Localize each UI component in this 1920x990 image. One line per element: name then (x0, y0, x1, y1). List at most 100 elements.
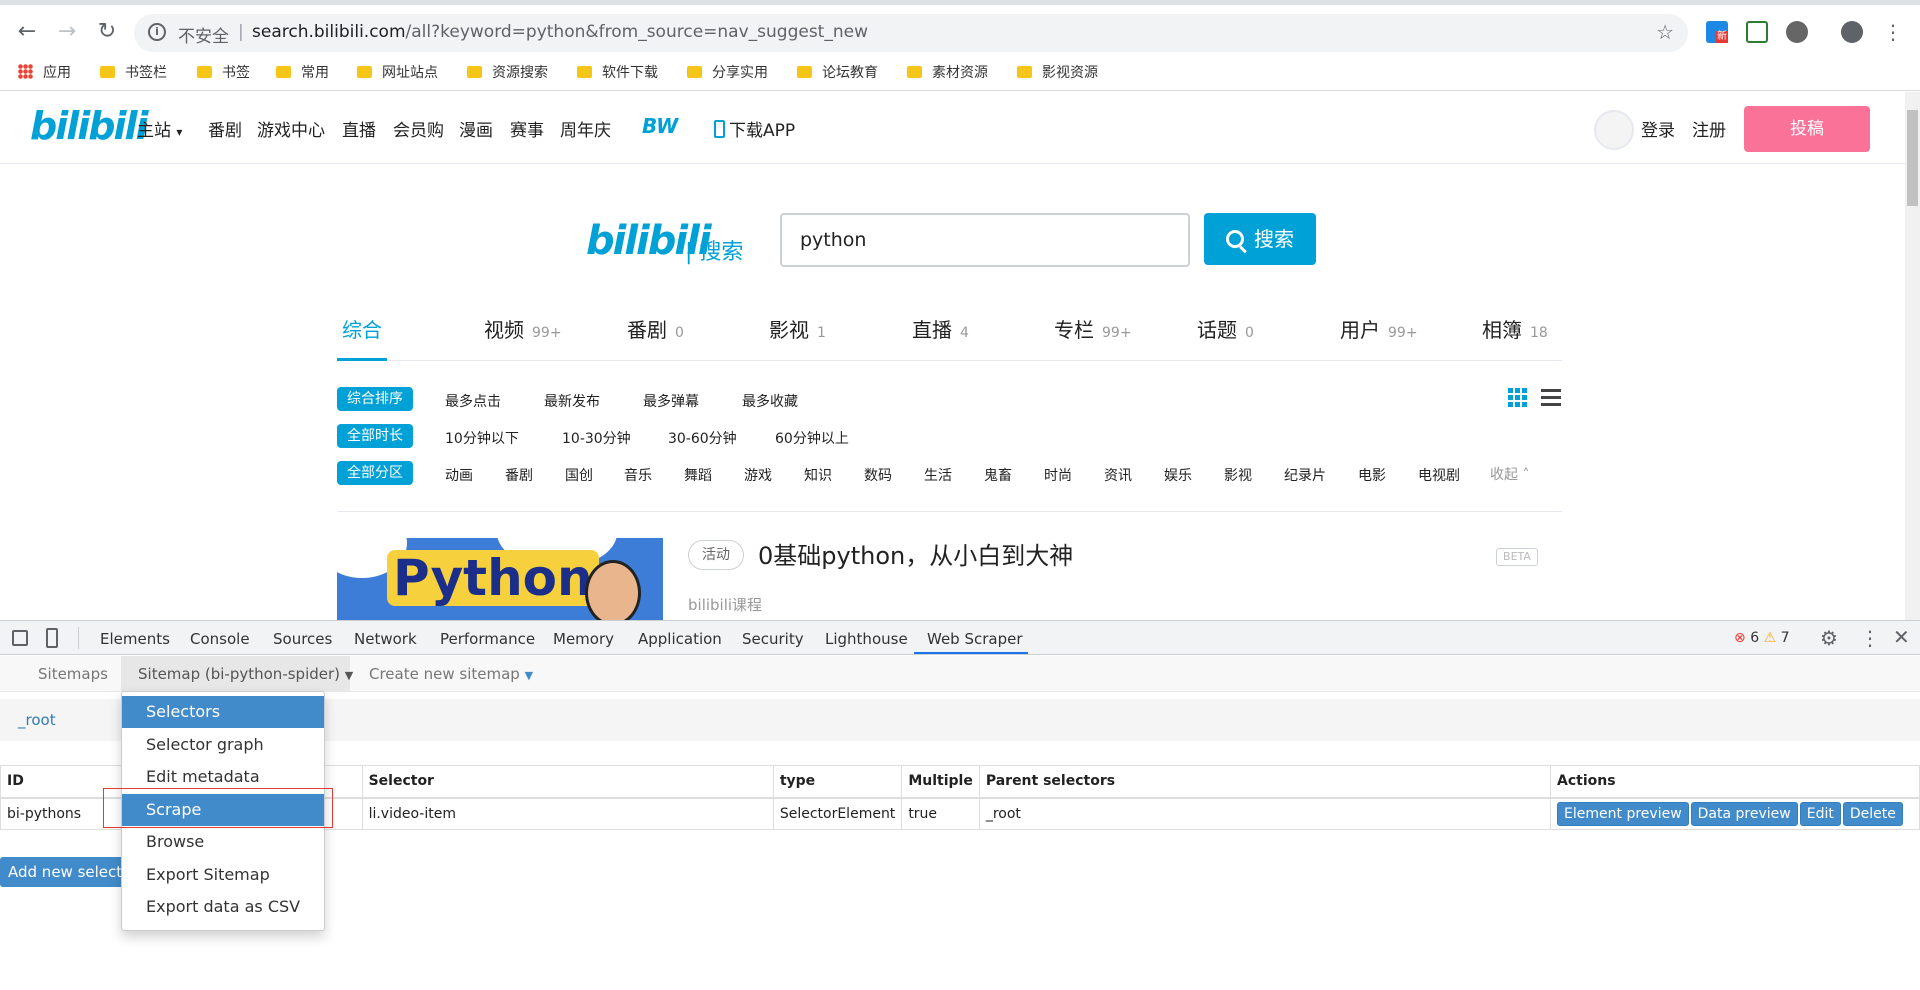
collapse-toggle[interactable]: 收起 ˄ (1490, 464, 1529, 484)
bookmark-apps[interactable]: 应用 (18, 63, 71, 83)
extension-calendar-icon[interactable] (1746, 21, 1768, 43)
forward-icon[interactable]: → (54, 19, 80, 45)
delete-button[interactable]: Delete (1842, 801, 1903, 826)
settings-gear-icon[interactable]: ⚙ (1820, 626, 1838, 650)
bw-logo[interactable]: BW (642, 114, 678, 138)
zone-option[interactable]: 舞蹈 (684, 465, 712, 485)
nav-manga[interactable]: 漫画 (459, 116, 493, 141)
tab-album[interactable]: 相簿 18 (1482, 314, 1548, 343)
bookmark-folder[interactable]: 网址站点 (357, 63, 438, 83)
address-bar[interactable]: i 不安全 | search.bilibili.com/all?keyword=… (134, 14, 1688, 52)
nav-main[interactable]: 主站 ▾ (137, 116, 182, 141)
sort-option[interactable]: 最多点击 (445, 391, 501, 411)
url-text[interactable]: search.bilibili.com/all?keyword=python&f… (252, 22, 868, 42)
profile-icon[interactable] (1841, 21, 1863, 43)
zone-option[interactable]: 影视 (1224, 465, 1252, 485)
nav-bangumi[interactable]: 番剧 (208, 116, 242, 141)
tab-performance[interactable]: Performance (440, 630, 535, 648)
page-scrollbar[interactable] (1905, 92, 1920, 620)
zone-option[interactable]: 音乐 (624, 465, 652, 485)
login-link[interactable]: 登录 (1641, 116, 1675, 141)
duration-option[interactable]: 60分钟以上 (775, 428, 849, 448)
browser-menu-icon[interactable]: ⋮ (1880, 19, 1906, 45)
zone-option[interactable]: 番剧 (505, 465, 533, 485)
zone-option[interactable]: 电视剧 (1418, 465, 1460, 485)
zone-option[interactable]: 电影 (1358, 465, 1386, 485)
nav-sitemap-dropdown[interactable]: Sitemap (bi-python-spider) ▼ (121, 656, 353, 692)
device-toolbar-icon[interactable] (46, 628, 58, 648)
zone-option[interactable]: 娱乐 (1164, 465, 1192, 485)
tab-movie[interactable]: 影视 1 (769, 314, 826, 343)
zone-option[interactable]: 游戏 (744, 465, 772, 485)
duration-option[interactable]: 30-60分钟 (668, 428, 737, 448)
scrollbar-thumb[interactable] (1907, 110, 1918, 206)
menu-item-selector-graph[interactable]: Selector graph (122, 729, 324, 761)
nav-create-sitemap[interactable]: Create new sitemap ▼ (369, 656, 533, 692)
search-button[interactable]: 搜索 (1204, 213, 1316, 265)
tab-live[interactable]: 直播 4 (912, 314, 969, 343)
sort-filter-active[interactable]: 综合排序 (337, 387, 413, 411)
list-view-icon[interactable] (1541, 388, 1561, 406)
sort-option[interactable]: 最新发布 (544, 391, 600, 411)
bookmark-folder[interactable]: 素材资源 (907, 63, 988, 83)
zone-option[interactable]: 知识 (804, 465, 832, 485)
grid-view-icon[interactable] (1508, 387, 1528, 407)
add-new-selector-button[interactable]: Add new selector (0, 857, 128, 887)
nav-live[interactable]: 直播 (342, 116, 376, 141)
zone-option[interactable]: 数码 (864, 465, 892, 485)
breadcrumb-root-link[interactable]: _root (18, 711, 56, 729)
tab-user[interactable]: 用户 99+ (1340, 314, 1418, 343)
avatar[interactable] (1594, 110, 1634, 150)
upload-button[interactable]: 投稿 (1744, 106, 1870, 152)
bookmark-folder[interactable]: 常用 (276, 63, 329, 83)
devtools-menu-icon[interactable]: ⋮ (1860, 626, 1880, 650)
tab-topic[interactable]: 话题 0 (1197, 314, 1254, 343)
edit-button[interactable]: Edit (1799, 801, 1841, 826)
tab-web-scraper[interactable]: Web Scraper (927, 630, 1023, 648)
duration-filter-active[interactable]: 全部时长 (337, 424, 413, 448)
menu-item-selectors[interactable]: Selectors (122, 696, 324, 728)
bookmark-folder[interactable]: 资源搜索 (467, 63, 548, 83)
zone-option[interactable]: 鬼畜 (984, 465, 1012, 485)
bookmark-folder[interactable]: 论坛教育 (797, 63, 878, 83)
extension-round-icon[interactable] (1786, 21, 1808, 43)
issues-counter[interactable]: ⊗ 6 ⚠ 7 (1734, 630, 1790, 646)
tab-application[interactable]: Application (638, 630, 722, 648)
tab-all[interactable]: 综合 (342, 314, 382, 343)
tab-bangumi[interactable]: 番剧 0 (627, 314, 684, 343)
nav-anniversary[interactable]: 周年庆 (560, 116, 611, 141)
nav-game-center[interactable]: 游戏中心 (257, 116, 325, 141)
zone-filter-active[interactable]: 全部分区 (337, 461, 413, 485)
sort-option[interactable]: 最多弹幕 (643, 391, 699, 411)
tab-security[interactable]: Security (742, 630, 804, 648)
bookmark-folder[interactable]: 书签栏 (100, 63, 167, 83)
search-input[interactable]: python (780, 213, 1190, 267)
tab-sources[interactable]: Sources (273, 630, 332, 648)
nav-sitemaps[interactable]: Sitemaps (38, 656, 108, 692)
tab-console[interactable]: Console (190, 630, 250, 648)
zone-option[interactable]: 动画 (445, 465, 473, 485)
bookmark-folder[interactable]: 软件下载 (577, 63, 658, 83)
menu-item-browse[interactable]: Browse (122, 826, 324, 858)
result-title[interactable]: 0基础python，从小白到大神 (758, 536, 1073, 571)
zone-option[interactable]: 纪录片 (1284, 465, 1326, 485)
zone-option[interactable]: 资讯 (1104, 465, 1132, 485)
bookmark-folder[interactable]: 书签 (197, 63, 250, 83)
zone-option[interactable]: 时尚 (1044, 465, 1072, 485)
bookmark-folder[interactable]: 分享实用 (687, 63, 768, 83)
tab-memory[interactable]: Memory (553, 630, 614, 648)
back-icon[interactable]: ← (14, 19, 40, 45)
data-preview-button[interactable]: Data preview (1690, 801, 1798, 826)
bookmark-folder[interactable]: 影视资源 (1017, 63, 1098, 83)
duration-option[interactable]: 10-30分钟 (562, 428, 631, 448)
nav-match[interactable]: 赛事 (510, 116, 544, 141)
menu-item-export-sitemap[interactable]: Export Sitemap (122, 859, 324, 891)
extension-p-icon[interactable]: 新 (1706, 21, 1728, 43)
result-author[interactable]: bilibili课程 (688, 594, 762, 615)
tab-network[interactable]: Network (354, 630, 417, 648)
tab-lighthouse[interactable]: Lighthouse (825, 630, 908, 648)
duration-option[interactable]: 10分钟以下 (445, 428, 519, 448)
zone-option[interactable]: 生活 (924, 465, 952, 485)
close-icon[interactable]: ✕ (1893, 625, 1910, 649)
register-link[interactable]: 注册 (1692, 116, 1726, 141)
